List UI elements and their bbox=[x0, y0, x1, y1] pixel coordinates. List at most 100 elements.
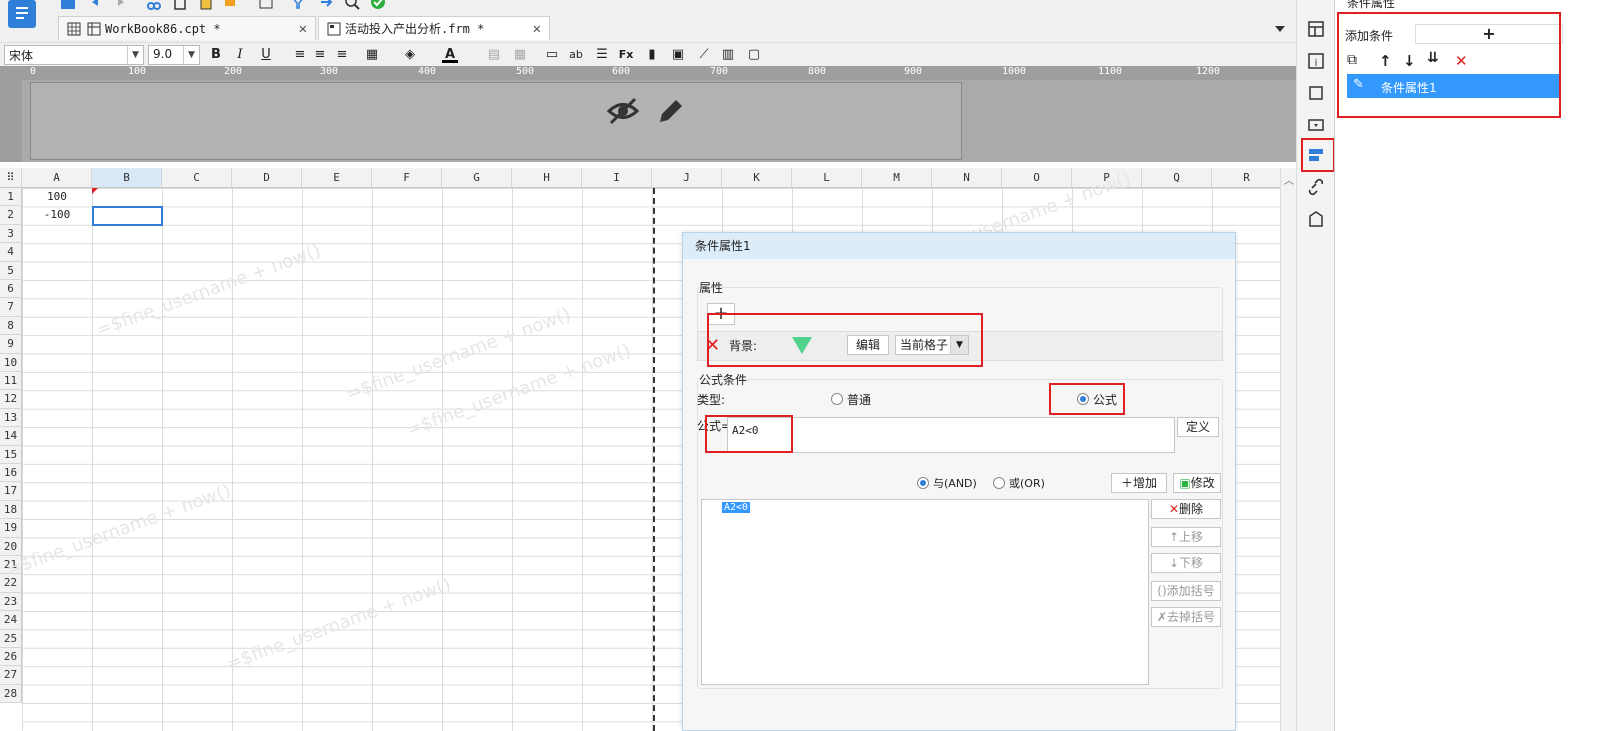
search-icon[interactable] bbox=[344, 0, 360, 10]
font-color-icon[interactable]: A bbox=[442, 47, 458, 63]
merge-cells-icon[interactable]: ▤ bbox=[486, 47, 502, 63]
tab-workbook[interactable]: WorkBook86.cpt * ✕ bbox=[58, 16, 316, 40]
row-header[interactable]: 18 bbox=[0, 500, 22, 520]
radio-and[interactable] bbox=[917, 477, 929, 489]
cell-a1[interactable]: 100 bbox=[22, 190, 92, 203]
align-center-icon[interactable]: ≡ bbox=[312, 47, 328, 63]
frame-icon[interactable]: ▢ bbox=[746, 47, 762, 63]
radio-or[interactable] bbox=[993, 477, 1005, 489]
scroll-up-icon[interactable]: ︿ bbox=[1284, 172, 1294, 187]
row-header[interactable]: 20 bbox=[0, 537, 22, 556]
row-header[interactable]: 9 bbox=[0, 335, 22, 354]
move-down-button[interactable]: ↓下移 bbox=[1151, 553, 1221, 573]
check-icon[interactable] bbox=[370, 0, 386, 10]
column-header[interactable]: C bbox=[162, 168, 232, 188]
column-header[interactable]: B bbox=[92, 168, 162, 188]
row-header[interactable]: 19 bbox=[0, 519, 22, 538]
align-left-icon[interactable]: ≡ bbox=[292, 47, 308, 63]
eye-off-icon[interactable] bbox=[606, 96, 640, 126]
underline-icon[interactable]: U bbox=[258, 47, 274, 63]
cell-a2[interactable]: -100 bbox=[22, 208, 92, 221]
preview-icon[interactable] bbox=[258, 0, 274, 10]
text-field-icon[interactable]: ▭ bbox=[544, 47, 560, 63]
remove-paren-button[interactable]: ✗去掉括号 bbox=[1151, 607, 1221, 627]
link-icon[interactable] bbox=[1307, 178, 1325, 196]
app-logo-icon[interactable] bbox=[8, 0, 36, 28]
select-all-corner[interactable]: ⠿ bbox=[0, 168, 22, 188]
add-button[interactable]: ＋增加 bbox=[1111, 473, 1167, 493]
row-header[interactable]: 5 bbox=[0, 261, 22, 280]
widget-icon[interactable] bbox=[1307, 84, 1325, 102]
row-header[interactable]: 24 bbox=[0, 611, 22, 630]
row-header[interactable]: 25 bbox=[0, 629, 22, 648]
row-header[interactable]: 12 bbox=[0, 390, 22, 409]
column-header[interactable]: Q bbox=[1142, 168, 1212, 188]
copy-icon[interactable] bbox=[172, 0, 188, 10]
fill-color-icon[interactable]: ◈ bbox=[402, 47, 418, 63]
column-header[interactable]: I bbox=[582, 168, 652, 188]
row-header[interactable]: 26 bbox=[0, 648, 22, 667]
border-icon[interactable]: ▦ bbox=[364, 47, 380, 63]
format-painter-icon[interactable] bbox=[222, 0, 238, 10]
vertical-scrollbar[interactable]: ︿ bbox=[1280, 168, 1296, 731]
filter-icon[interactable] bbox=[290, 0, 306, 10]
move-up-button[interactable]: ↑上移 bbox=[1151, 527, 1221, 547]
row-header[interactable]: 27 bbox=[0, 666, 22, 685]
row-header[interactable]: 15 bbox=[0, 445, 22, 464]
column-header[interactable]: O bbox=[1002, 168, 1072, 188]
define-button[interactable]: 定义 bbox=[1177, 417, 1219, 437]
chart-icon[interactable]: ▮ bbox=[644, 47, 660, 63]
row-header[interactable]: 2 bbox=[0, 206, 22, 225]
font-name-select[interactable]: 宋体 ▼ bbox=[4, 45, 144, 65]
row-header[interactable]: 3 bbox=[0, 224, 22, 244]
row-header[interactable]: 23 bbox=[0, 592, 22, 612]
undo-icon[interactable] bbox=[88, 0, 104, 10]
subreport-icon[interactable]: ▥ bbox=[720, 47, 736, 63]
align-right-icon[interactable]: ≡ bbox=[334, 47, 350, 63]
row-header[interactable]: 17 bbox=[0, 482, 22, 501]
close-icon[interactable]: ✕ bbox=[299, 21, 307, 37]
close-icon[interactable]: ✕ bbox=[533, 21, 541, 37]
condition-list-item[interactable]: A2<0 bbox=[722, 502, 751, 513]
column-header[interactable]: L bbox=[792, 168, 862, 188]
row-header[interactable]: 11 bbox=[0, 372, 22, 391]
paste-icon[interactable] bbox=[198, 0, 214, 10]
save-icon[interactable] bbox=[60, 0, 76, 10]
export-icon[interactable] bbox=[318, 0, 334, 10]
column-header[interactable]: E bbox=[302, 168, 372, 188]
column-header[interactable]: A bbox=[22, 168, 92, 188]
page-icon[interactable] bbox=[1307, 210, 1325, 228]
row-header[interactable]: 4 bbox=[0, 243, 22, 262]
column-header[interactable]: D bbox=[232, 168, 302, 188]
report-header-canvas[interactable] bbox=[30, 82, 962, 160]
tab-menu-icon[interactable] bbox=[1272, 20, 1288, 36]
column-header[interactable]: K bbox=[722, 168, 792, 188]
condition-list[interactable]: A2<0 bbox=[701, 499, 1149, 685]
italic-icon[interactable]: I bbox=[232, 47, 248, 63]
modify-button[interactable]: ▣修改 bbox=[1173, 473, 1221, 493]
column-header[interactable]: H bbox=[512, 168, 582, 188]
image-icon[interactable]: ▣ bbox=[670, 47, 686, 63]
delete-button[interactable]: ✕删除 bbox=[1151, 499, 1221, 519]
control-icon[interactable] bbox=[1307, 116, 1325, 134]
column-header[interactable]: R bbox=[1212, 168, 1282, 188]
column-header[interactable]: G bbox=[442, 168, 512, 188]
paragraph-icon[interactable]: ☰ bbox=[594, 47, 610, 63]
row-header[interactable]: 16 bbox=[0, 464, 22, 483]
font-size-select[interactable]: 9.0 ▼ bbox=[148, 45, 200, 65]
formula-input[interactable]: A2<0 bbox=[727, 417, 1175, 453]
slash-icon[interactable]: ⟋ bbox=[696, 47, 712, 63]
formula-icon[interactable]: Fx bbox=[618, 47, 634, 63]
cell-attribute-icon[interactable]: i bbox=[1307, 52, 1325, 70]
unmerge-cells-icon[interactable]: ▦ bbox=[512, 47, 528, 63]
column-header[interactable]: M bbox=[862, 168, 932, 188]
row-header[interactable]: 8 bbox=[0, 316, 22, 336]
radio-normal[interactable] bbox=[831, 393, 843, 405]
cut-icon[interactable] bbox=[146, 0, 162, 10]
layout-icon[interactable] bbox=[1307, 20, 1325, 38]
column-header[interactable]: F bbox=[372, 168, 442, 188]
row-header[interactable]: 6 bbox=[0, 280, 22, 299]
row-header[interactable]: 7 bbox=[0, 298, 22, 317]
row-header[interactable]: 1 bbox=[0, 188, 22, 207]
row-header[interactable]: 28 bbox=[0, 684, 22, 704]
